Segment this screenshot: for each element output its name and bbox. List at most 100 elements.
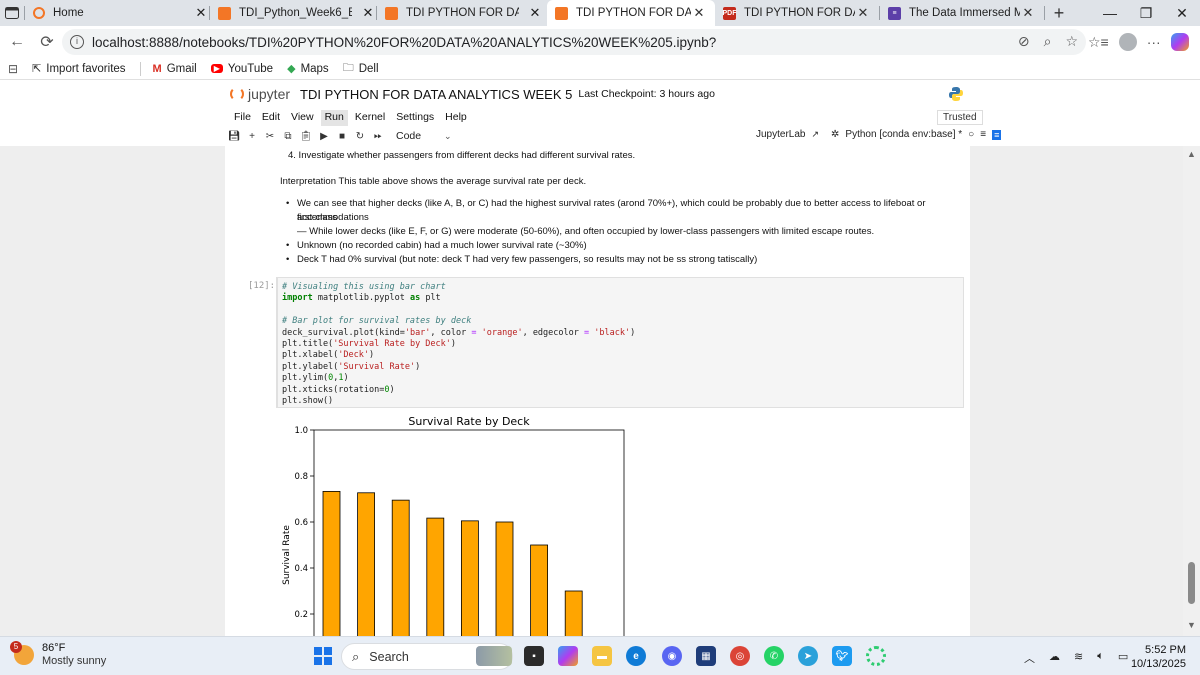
chevron-up-icon[interactable]: ︿ (1024, 650, 1035, 666)
favorites-icon[interactable]: ☆≡ (1088, 34, 1109, 51)
menu-lines-icon[interactable]: ≡ (980, 129, 986, 140)
property-inspector-icon[interactable]: ≡ (992, 129, 1002, 140)
cut-icon[interactable]: ✂ (262, 131, 278, 142)
tab-tdi-python-pdf[interactable]: PDF TDI PYTHON FOR DATA ANA ✕ (715, 0, 879, 26)
insert-cell-icon[interactable]: + (244, 131, 260, 142)
site-info-icon[interactable]: i (70, 35, 84, 49)
weather-desc: Mostly sunny (42, 655, 107, 667)
list-favicon-icon: ≡ (888, 6, 901, 20)
tab-tdi-python-1[interactable]: TDI PYTHON FOR DATA ANA (377, 0, 527, 26)
bullet-dot: • (286, 240, 290, 251)
restore-icon[interactable]: ❐ (1126, 0, 1166, 26)
close-tab-icon[interactable]: ✕ (360, 5, 376, 21)
minimize-icon[interactable]: — (1090, 0, 1130, 26)
close-tab-icon[interactable]: ✕ (1020, 5, 1036, 21)
clock[interactable]: 5:52 PM 10/13/2025 (1130, 643, 1186, 671)
bookmark-label: Dell (358, 62, 379, 75)
refresh-icon[interactable]: ⟳ (32, 27, 62, 57)
store-icon[interactable]: ▦ (696, 646, 716, 666)
copilot-app-icon[interactable] (558, 646, 578, 666)
y-tick-label: 0.2 (294, 610, 308, 620)
menu-run[interactable]: Run (320, 110, 348, 126)
scroll-up-icon[interactable]: ▲ (1187, 149, 1196, 159)
scrollbar-thumb[interactable] (1188, 562, 1195, 604)
menu-file[interactable]: File (230, 110, 255, 126)
menu-kernel[interactable]: Kernel (351, 110, 389, 126)
fast-forward-icon[interactable]: ⏩︎ (370, 131, 386, 142)
notebook-title[interactable]: TDI PYTHON FOR DATA ANALYTICS WEEK 5 (300, 87, 572, 102)
close-tab-icon[interactable]: ✕ (527, 5, 543, 21)
close-tab-icon[interactable]: ✕ (193, 5, 209, 21)
menu-edit[interactable]: Edit (258, 110, 284, 126)
scroll-down-icon[interactable]: ▼ (1187, 620, 1196, 630)
kernel-name[interactable]: Python [conda env:base] * (845, 129, 962, 140)
copilot-icon[interactable] (1170, 33, 1189, 51)
zoom-icon[interactable]: ⌕ (1044, 33, 1052, 50)
weather-widget[interactable]: 5 86°F Mostly sunny (10, 641, 107, 668)
volume-icon[interactable]: 🔈︎ (1097, 650, 1104, 666)
bookmark-maps[interactable]: ◆ Maps (287, 62, 329, 76)
bar-1 (357, 492, 375, 636)
youtube-icon: ▶ (210, 64, 223, 73)
url-field[interactable]: i localhost:8888/notebooks/TDI%20PYTHON%… (62, 29, 1086, 55)
menu-view[interactable]: View (287, 110, 318, 126)
save-icon[interactable]: 💾︎ (226, 131, 242, 142)
bookmark-dell[interactable]: 🗀 Dell (343, 59, 379, 78)
paste-icon[interactable]: 📋︎ (298, 131, 314, 142)
twitter-icon[interactable]: 🐦︎ (832, 646, 852, 666)
run-icon[interactable]: ▶ (316, 131, 332, 142)
pdf-favicon-icon: PDF (723, 6, 737, 20)
notebook-favicon-icon (555, 6, 568, 20)
notebook-toolbar: 💾︎ + ✂ ⧉ 📋︎ ▶ ■ ↻ ⏩︎ Code ⌄ JupyterLab ↗… (226, 126, 1002, 146)
whatsapp-icon[interactable]: ✆ (764, 646, 784, 666)
chevron-down-icon[interactable]: ⌄ (444, 131, 452, 142)
favorite-star-icon[interactable]: ☆ (1065, 33, 1078, 50)
jupyter-logo[interactable]: jupyter (230, 86, 290, 102)
jupyterlab-link[interactable]: JupyterLab (756, 129, 805, 140)
start-button[interactable] (314, 647, 332, 665)
widgets-image-icon[interactable] (476, 646, 512, 666)
sidebar-toggle-icon[interactable]: ⊟ (8, 62, 18, 76)
telegram-icon[interactable]: ➤ (798, 646, 818, 666)
copy-icon[interactable]: ⧉ (280, 131, 296, 142)
debug-bug-icon[interactable]: ✲ (831, 129, 839, 140)
edge-icon[interactable]: e (626, 646, 646, 666)
menu-help[interactable]: Help (441, 110, 471, 126)
page-scrollbar[interactable]: ▲ ▼ (1183, 146, 1200, 636)
bookmark-import-favorites[interactable]: ⇱ Import favorites (32, 62, 125, 76)
restart-icon[interactable]: ↻ (352, 131, 368, 142)
bar-0 (322, 491, 341, 636)
tracking-prevention-icon[interactable]: ⊘ (1018, 33, 1030, 50)
tab-home[interactable]: Home (25, 0, 193, 26)
battery-icon[interactable]: ▭ (1118, 650, 1128, 666)
cloud-icon[interactable]: ☁ (1049, 650, 1060, 666)
discord-icon[interactable]: ◉ (662, 646, 682, 666)
terminal-icon[interactable]: ▪ (524, 646, 544, 666)
chrome-icon[interactable]: ◎ (730, 646, 750, 666)
wifi-icon[interactable]: ≋ (1074, 650, 1083, 666)
bar-2 (391, 499, 410, 636)
close-tab-icon[interactable]: ✕ (855, 5, 871, 21)
new-tab-button[interactable]: + (1045, 3, 1073, 24)
weather-badge: 5 (10, 641, 22, 653)
bookmark-divider (139, 61, 141, 76)
bookmark-youtube[interactable]: ▶ YouTube (210, 63, 273, 75)
more-menu-icon[interactable]: ··· (1147, 34, 1161, 50)
menu-settings[interactable]: Settings (392, 110, 438, 126)
file-explorer-icon[interactable]: ▬ (592, 646, 612, 666)
close-tab-icon[interactable]: ✕ (691, 5, 707, 21)
home-favicon-icon (33, 7, 45, 19)
profile-avatar[interactable] (1118, 33, 1137, 51)
code-cell[interactable]: # Visualing this using bar chart import m… (276, 277, 964, 408)
close-window-icon[interactable]: ✕ (1162, 0, 1200, 26)
tab-actions-icon[interactable] (0, 0, 24, 26)
stop-icon[interactable]: ■ (334, 131, 350, 142)
bookmark-gmail[interactable]: M Gmail (153, 63, 197, 75)
back-icon[interactable]: ← (2, 27, 32, 57)
trusted-indicator[interactable]: Trusted (937, 110, 983, 125)
tab-tdi-python-active[interactable]: TDI PYTHON FOR DATA ANA ✕ (547, 0, 715, 26)
tab-week6-eda[interactable]: TDI_Python_Week6_EDA (1) (210, 0, 360, 26)
tab-data-immersed[interactable]: ≡ The Data Immersed Main Su ✕ (880, 0, 1044, 26)
loading-app-icon[interactable] (866, 646, 886, 666)
